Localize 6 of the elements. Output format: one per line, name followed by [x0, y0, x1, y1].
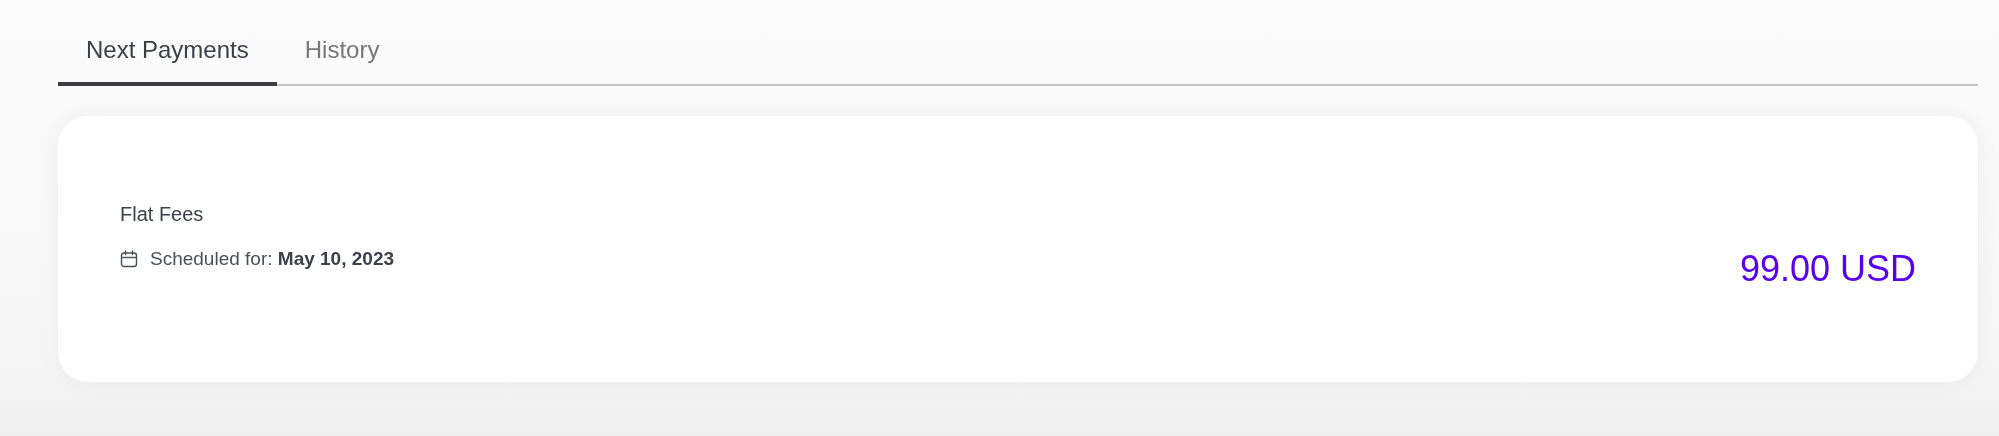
payment-title: Flat Fees: [120, 202, 205, 226]
calendar-icon: [120, 249, 138, 268]
scheduled-date: Scheduled for: May 10, 2023: [150, 247, 394, 270]
tab[interactable]: Next Payments: [58, 20, 277, 86]
payment-amount: 99.00 USD: [1739, 248, 1916, 290]
tab[interactable]: History: [276, 20, 408, 86]
